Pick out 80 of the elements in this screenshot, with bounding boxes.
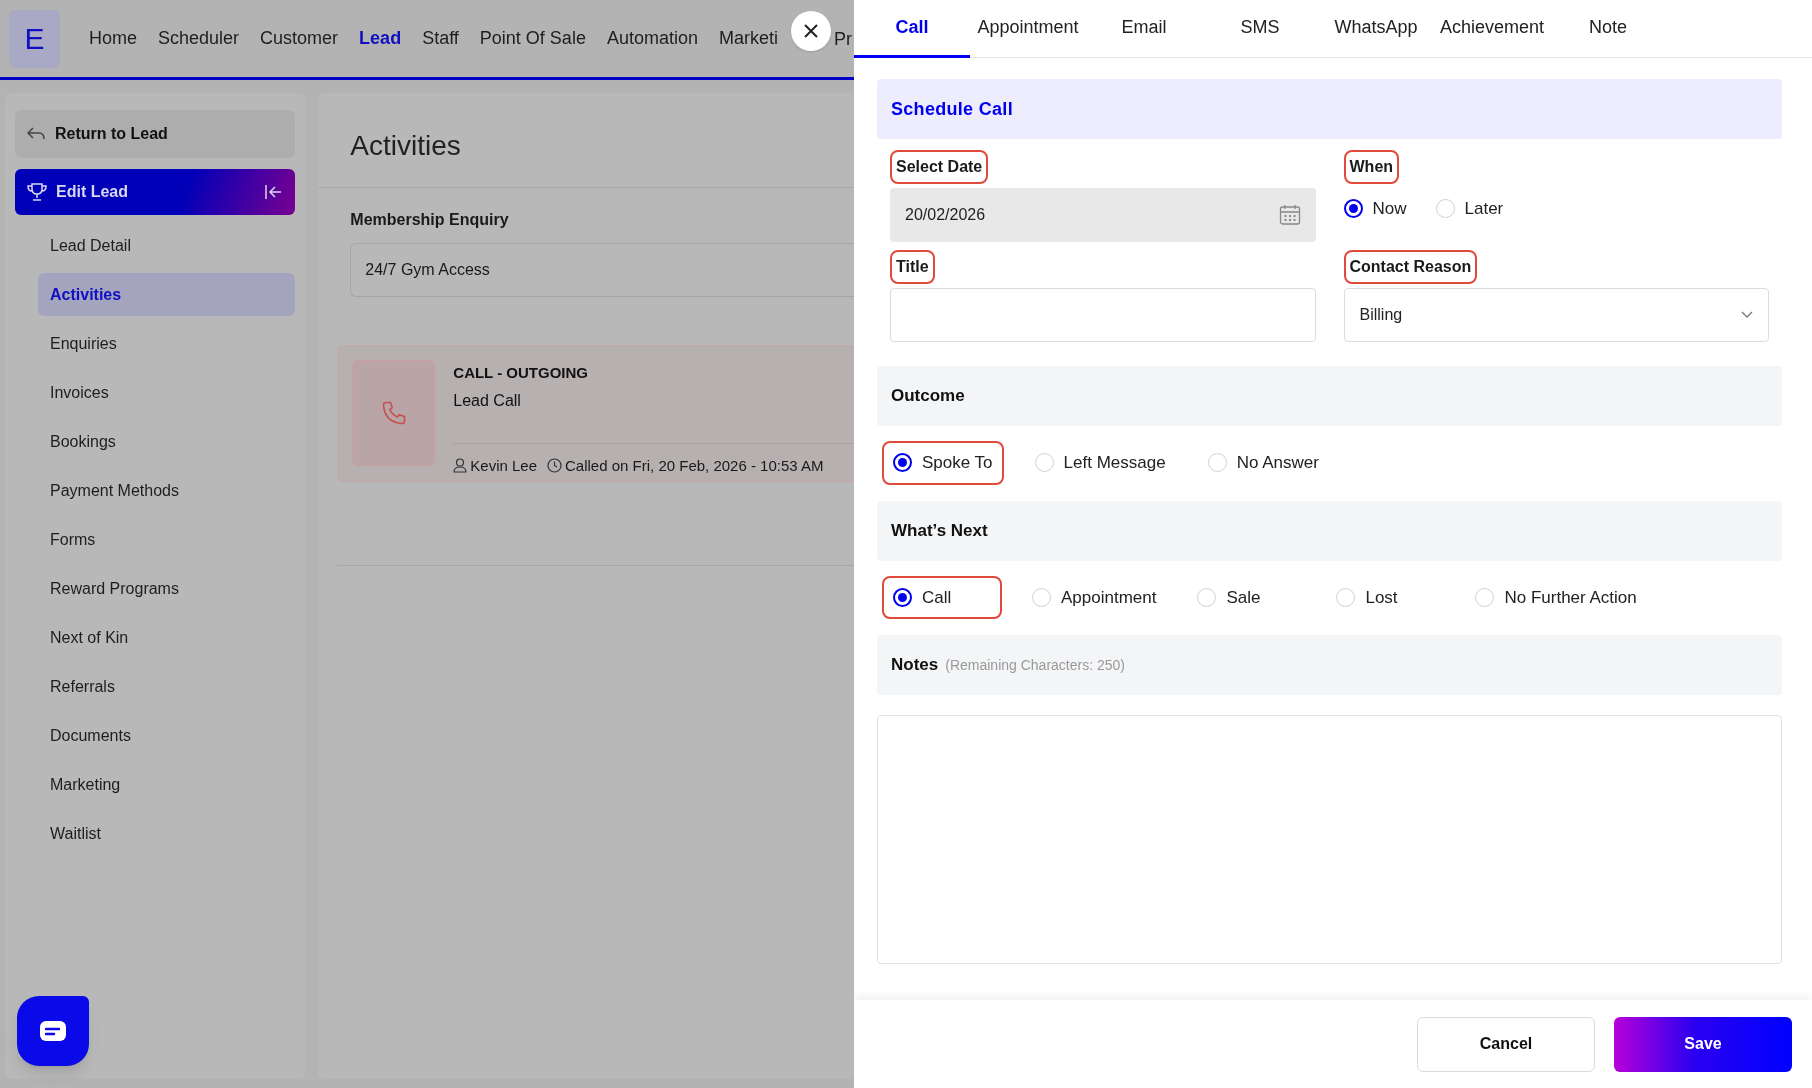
calendar-icon [1278,204,1301,226]
tab[interactable]: Email [1086,0,1202,58]
tab[interactable]: Appointment [970,0,1086,58]
nav-link[interactable]: Home [89,25,137,52]
return-link[interactable]: Return to Lead [15,110,296,158]
section-header: What’s Next [877,500,1782,561]
save-button[interactable]: Save [1614,1016,1792,1072]
back-arrow-icon [27,127,45,141]
radio-option[interactable]: Now [1332,187,1425,231]
sidebar-item[interactable]: Next of Kin [38,616,296,659]
collapse-button[interactable] [265,184,284,200]
field-label: Membership Enquiry [349,210,510,230]
radio-button[interactable] [893,587,912,607]
radio-option[interactable]: Sale [1186,575,1307,619]
tab[interactable]: Achievement [1434,0,1550,58]
close-button[interactable] [791,11,831,51]
tab[interactable]: Call [854,0,970,58]
collapse-icon [265,184,284,200]
nav-link[interactable]: Scheduler [158,25,240,52]
chat-icon [39,1020,67,1042]
enquiry-field[interactable]: 24/7 Gym Access [350,243,854,297]
nav-link[interactable]: Automation [606,25,698,52]
nav-link[interactable]: Staff [422,25,459,52]
contact-reason-select[interactable]: Billing [1343,288,1769,342]
section-header: Outcome [877,366,1782,426]
edit-lead-title: Edit Lead [56,182,129,202]
sidebar-item[interactable]: Waitlist [38,812,296,855]
tab[interactable]: WhatsApp [1318,0,1434,58]
sidebar-item[interactable]: Enquiries [38,322,296,365]
activity-type: CALL - OUTGOING [453,363,589,383]
date-field[interactable]: 20/02/2026 [890,188,1316,242]
character-count: (Remaining Characters: 250) [945,655,1125,675]
nav-link[interactable]: Point Of Sale [479,25,586,52]
app-logo[interactable]: E [9,9,60,68]
close-icon [803,23,819,39]
sidebar-item[interactable]: Forms [38,518,296,561]
nav-link[interactable]: Lead [359,25,402,52]
section-header: Notes [891,654,939,677]
sidebar-item[interactable]: Payment Methods [38,469,296,512]
activity-card[interactable]: CALL - OUTGOING Lead Call Kevin Lee Called on Fri, 20 Feb, 2026 - 10:53 AM [337,345,854,482]
section-header: Schedule Call [877,79,1782,139]
tab[interactable]: Note [1550,0,1666,58]
radio-button[interactable] [893,453,912,473]
sidebar-item[interactable]: Marketing [38,763,296,806]
clock-icon [547,458,562,474]
radio-option[interactable]: No Answer [1196,441,1330,485]
radio-option[interactable]: Spoke To [882,441,1004,485]
sidebar-item[interactable]: Documents [38,714,296,757]
tab[interactable]: SMS [1202,0,1318,58]
field-label: Select Date [890,150,989,184]
sidebar-item[interactable]: Bookings [38,420,296,463]
radio-option[interactable]: Lost [1325,575,1446,619]
sidebar-item[interactable]: Invoices [38,371,296,414]
nav-link[interactable]: Marketi [718,25,778,52]
radio-option[interactable]: Left Message [1023,441,1177,485]
nav-link[interactable]: Customer [260,25,339,52]
sidebar-item[interactable]: Activities [38,273,296,316]
date-value: 20/02/2026 [905,205,986,225]
radio-option[interactable]: Call [882,575,1002,619]
radio-button[interactable] [1343,199,1363,219]
field-label: Contact Reason [1343,250,1478,284]
activity-time: Called on Fri, 20 Feb, 2026 - 10:53 AM [547,454,824,477]
person-icon [453,458,468,474]
notes-field[interactable] [877,715,1782,964]
nav-link[interactable]: Pr [834,26,852,53]
activity-title: Lead Call [453,390,522,411]
activity-user: Kevin Lee [453,454,537,477]
title-field[interactable] [890,288,1316,342]
radio-option[interactable]: Appointment [1021,575,1168,619]
sidebar-item[interactable]: Lead Detail [38,224,296,267]
chevron-down-icon [1741,311,1753,319]
chat-button[interactable] [17,996,89,1066]
trophy-icon [27,183,47,201]
radio-option[interactable]: Later [1424,187,1517,231]
field-label: When [1343,150,1400,184]
sidebar-item[interactable]: Referrals [38,665,296,708]
radio-option[interactable]: No Further Action [1464,575,1648,619]
cancel-button[interactable]: Cancel [1417,1016,1595,1072]
field-label: Title [890,250,935,284]
sidebar-item[interactable]: Reward Programs [38,567,296,610]
